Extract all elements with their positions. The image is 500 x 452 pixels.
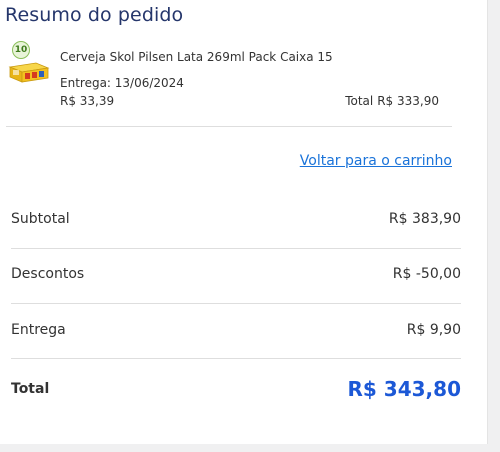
divider	[11, 358, 461, 359]
subtotal-row: Subtotal R$ 383,90	[11, 211, 461, 231]
delivery-label: Entrega	[11, 322, 66, 338]
product-name: Cerveja Skol Pilsen Lata 269ml Pack Caix…	[60, 50, 333, 64]
subtotal-label: Subtotal	[11, 211, 70, 227]
quantity-badge: 10	[12, 41, 30, 59]
delivery-value: R$ 9,90	[406, 322, 461, 338]
product-delivery-date: Entrega: 13/06/2024	[60, 76, 184, 90]
discounts-row: Descontos R$ -50,00	[11, 266, 461, 286]
product-total: Total R$ 333,90	[345, 94, 439, 108]
discounts-value: R$ -50,00	[392, 266, 461, 282]
subtotal-value: R$ 383,90	[388, 211, 461, 227]
delivery-row: Entrega R$ 9,90	[11, 322, 461, 342]
discounts-label: Descontos	[11, 266, 85, 282]
summary-title: Resumo do pedido	[5, 4, 184, 26]
total-row: Total R$ 343,80	[11, 377, 461, 406]
total-value: R$ 343,80	[347, 377, 461, 401]
product-total-value: R$ 333,90	[377, 94, 439, 108]
back-to-cart-link[interactable]: Voltar para o carrinho	[300, 153, 452, 169]
product-total-label: Total	[345, 94, 374, 108]
product-thumbnail: 10	[7, 40, 53, 90]
total-label: Total	[11, 381, 50, 397]
order-summary-card: Resumo do pedido 10 Cerveja Skol Pilsen …	[0, 0, 488, 444]
beer-pack-icon	[8, 62, 50, 83]
divider	[11, 248, 461, 249]
divider	[11, 303, 461, 304]
divider	[6, 126, 452, 127]
product-unit-price: R$ 33,39	[60, 94, 115, 108]
